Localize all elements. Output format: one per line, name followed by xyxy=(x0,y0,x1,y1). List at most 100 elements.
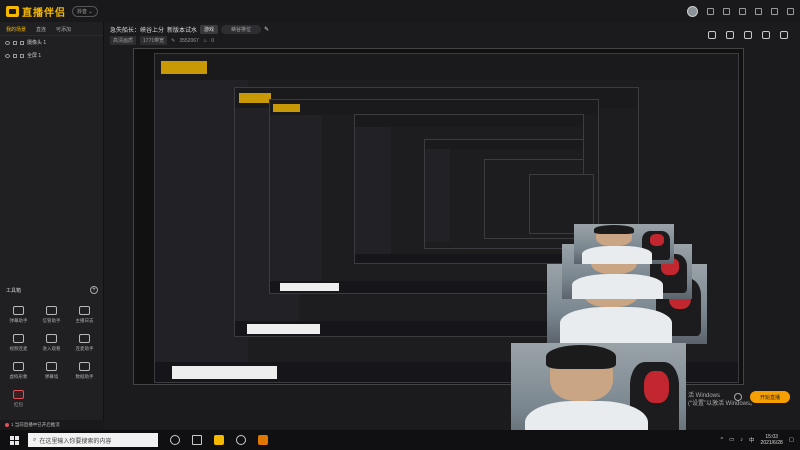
windows-activation-tip: 活 Windows (“设置”以激活 Windows。 xyxy=(688,392,756,408)
game-pill[interactable]: 峡谷排位 xyxy=(221,25,262,34)
network-icon[interactable]: ▭ xyxy=(729,437,734,443)
nested-logo xyxy=(160,60,208,74)
share-icon[interactable] xyxy=(780,31,788,39)
start-button[interactable] xyxy=(0,430,28,450)
lock-icon[interactable] xyxy=(726,31,734,39)
input-language[interactable]: 中 xyxy=(749,436,755,444)
screenshot-icon[interactable] xyxy=(744,31,752,39)
tool-item[interactable]: 弹幕助手 xyxy=(2,306,35,324)
record-icon[interactable] xyxy=(708,31,716,39)
lock-icon[interactable] xyxy=(13,53,17,58)
notification-icon[interactable]: ▢ xyxy=(789,437,794,443)
nested-taskbar xyxy=(355,254,583,263)
alert-icon xyxy=(5,423,9,427)
tool-item[interactable]: 红包 xyxy=(2,390,35,408)
tool-item[interactable]: 数据助手 xyxy=(68,362,101,380)
live-title-suffix: 新版本试水 xyxy=(167,28,198,34)
tool-item[interactable]: 信管助手 xyxy=(35,306,68,324)
live-header: 急失船长：峡谷上分 新版本试水 游戏 峡谷排位 ✎ 高清画质 1771带宽 ✎ … xyxy=(108,22,800,48)
menu-icon[interactable] xyxy=(739,7,746,15)
volume-icon[interactable]: ♪ xyxy=(740,437,743,443)
mail-icon[interactable] xyxy=(707,7,714,15)
tool-item[interactable]: 主播日志 xyxy=(68,306,101,324)
taskbar-search[interactable]: ⌕ 在这里输入你要搜索的内容 xyxy=(28,433,158,447)
app-logo: 直播伴侣 xyxy=(6,4,66,19)
live-preview[interactable] xyxy=(133,48,744,385)
enter-icon xyxy=(46,334,57,343)
title-bar: 直播伴侣 抖音 ⌄ xyxy=(0,0,800,22)
live-title[interactable]: 急失船长：峡谷上分 xyxy=(110,25,164,34)
nested-left-panel xyxy=(270,115,323,282)
platform-dropdown[interactable]: 抖音 ⌄ xyxy=(72,5,98,17)
bell-icon[interactable] xyxy=(762,31,770,39)
tool-item[interactable]: 连麦助手 xyxy=(68,334,101,352)
pinned-app-icon[interactable] xyxy=(258,435,268,445)
add-tool-button[interactable]: + xyxy=(90,286,98,294)
redpacket-icon xyxy=(13,390,24,399)
visibility-eye-icon[interactable] xyxy=(5,40,10,45)
tab-direct[interactable]: 直连 xyxy=(36,26,46,33)
settings-icon[interactable] xyxy=(723,7,730,15)
tool-item[interactable]: 弹幕墙 xyxy=(35,362,68,380)
close-icon[interactable] xyxy=(787,7,794,15)
maximize-icon[interactable] xyxy=(771,7,778,15)
screen-source-icon xyxy=(20,53,24,58)
scene-item-fullscreen[interactable]: 全屏 1 xyxy=(0,49,103,62)
tab-my-scenes[interactable]: 我的场景 xyxy=(6,26,26,33)
category-tag[interactable]: 游戏 xyxy=(200,25,219,34)
clock-date: 2021/6/28 xyxy=(760,440,783,446)
nested-left-panel xyxy=(425,148,451,242)
visibility-eye-icon[interactable] xyxy=(5,53,10,58)
nested-search xyxy=(247,323,320,334)
live-app-icon[interactable] xyxy=(214,435,224,445)
start-live-button[interactable]: 开始直播 xyxy=(750,391,790,403)
system-tray: ^ ▭ ♪ 中 15:03 2021/6/28 ▢ xyxy=(720,434,800,446)
live-title-row: 急失船长：峡谷上分 新版本试水 游戏 峡谷排位 ✎ xyxy=(110,25,269,34)
tool-item[interactable]: 进入观看 xyxy=(35,334,68,352)
tab-addable[interactable]: 可添加 xyxy=(56,26,71,33)
user-avatar[interactable] xyxy=(687,5,698,17)
video-icon xyxy=(13,334,24,343)
logo-text: 直播伴侣 xyxy=(22,7,66,19)
search-icon: ⌕ xyxy=(33,436,37,443)
nested-titlebar xyxy=(355,115,583,127)
toolbox-title: 工具箱 xyxy=(6,287,22,294)
nested-search xyxy=(279,283,339,292)
activation-line-2: (“设置”以激活 Windows。 xyxy=(688,401,757,407)
title-bar-controls xyxy=(687,5,794,17)
fire-icon: ♨ xyxy=(202,37,208,44)
search-placeholder: 在这里输入你要搜索的内容 xyxy=(39,438,112,445)
link-icon xyxy=(79,334,90,343)
minimize-icon[interactable] xyxy=(755,7,762,15)
nested-titlebar xyxy=(425,140,583,149)
tray-chevron-icon[interactable]: ^ xyxy=(720,437,723,443)
live-meta: 高清画质 1771带宽 ✎ 3552067 ♨ 0 xyxy=(110,36,214,45)
wall-icon xyxy=(46,362,57,371)
lock-icon[interactable] xyxy=(13,40,17,45)
camera-source-icon xyxy=(20,40,24,45)
person-hair xyxy=(546,345,616,369)
settings-gear-icon[interactable] xyxy=(734,393,742,401)
bandwidth-badge: 1771带宽 xyxy=(140,36,168,45)
notice-text: 1 当前直播中已开启推流 xyxy=(11,422,60,427)
task-view-icon[interactable] xyxy=(192,435,202,445)
edit-icon[interactable]: ✎ xyxy=(171,38,175,44)
danmaku-icon xyxy=(13,306,24,315)
toolbox-grid: 弹幕助手 信管助手 主播日志 视频连麦 进入观看 连麦助手 虚拟形象 弹幕墙 数… xyxy=(2,306,102,408)
scene-item-camera[interactable]: 摄像头 1 xyxy=(0,36,103,49)
nested-left-panel xyxy=(355,126,392,255)
nested-logo xyxy=(273,103,300,112)
nested-search xyxy=(172,365,278,379)
browser-icon[interactable] xyxy=(236,435,246,445)
quality-badge[interactable]: 高清画质 xyxy=(110,36,137,45)
data-icon xyxy=(79,362,90,371)
nested-titlebar xyxy=(155,54,738,81)
scene-tabs: 我的场景 直连 可添加 xyxy=(0,22,103,36)
edit-icon[interactable]: ✎ xyxy=(264,26,269,33)
left-panel: 我的场景 直连 可添加 摄像头 1 全屏 1 工具箱 + 弹幕助手 信管助手 主… xyxy=(0,22,104,430)
tool-item[interactable]: 视频连麦 xyxy=(2,334,35,352)
nested-webcam-3 xyxy=(574,224,674,264)
tool-item[interactable]: 虚拟形象 xyxy=(2,362,35,380)
cortana-icon[interactable] xyxy=(170,435,180,445)
taskbar-clock[interactable]: 15:03 2021/6/28 xyxy=(761,434,783,446)
